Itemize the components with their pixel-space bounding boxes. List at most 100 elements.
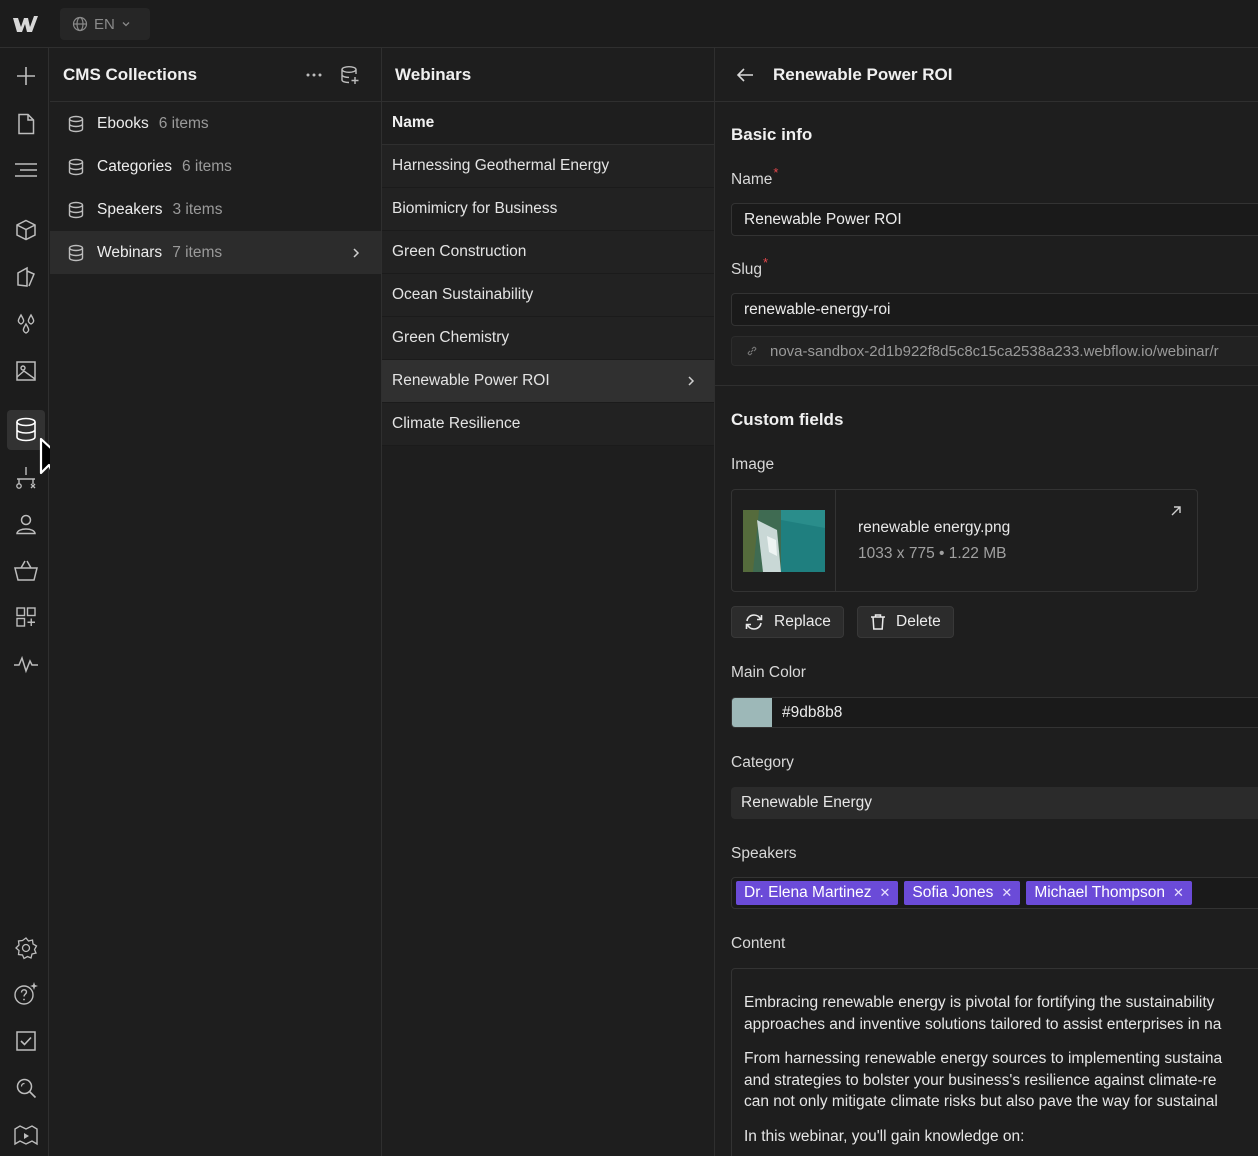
category-field-label: Category xyxy=(731,754,794,771)
webinar-row[interactable]: Biomimicry for Business xyxy=(382,188,714,231)
category-select[interactable]: Renewable Energy xyxy=(731,787,1258,819)
help-icon[interactable] xyxy=(10,978,42,1010)
ecommerce-icon[interactable] xyxy=(10,555,42,587)
speaker-tag[interactable]: Dr. Elena Martinez ✕ xyxy=(736,881,899,905)
name-column-header[interactable]: Name xyxy=(382,102,714,145)
webinar-name: Green Chemistry xyxy=(392,329,510,346)
editor-header: Renewable Power ROI xyxy=(715,48,1258,102)
remove-tag-icon[interactable]: ✕ xyxy=(1001,885,1012,901)
webinar-row[interactable]: Green Chemistry xyxy=(382,317,714,360)
chevron-right-icon xyxy=(353,247,360,258)
database-icon xyxy=(68,115,84,132)
collection-item-webinars[interactable]: Webinars 7 items xyxy=(50,231,381,274)
language-label: EN xyxy=(94,15,115,33)
image-file-meta: 1033 x 775 • 1.22 MB xyxy=(858,545,1007,562)
remove-tag-icon[interactable]: ✕ xyxy=(880,885,891,901)
database-icon xyxy=(68,244,84,261)
basic-info-heading: Basic info xyxy=(731,125,813,144)
activity-icon[interactable] xyxy=(10,648,42,680)
video-tutorial-icon[interactable] xyxy=(10,1119,42,1151)
item-editor-panel: Renewable Power ROI Basic info Name* Ren… xyxy=(715,48,1258,1156)
name-column-label: Name xyxy=(392,114,435,131)
speaker-tag[interactable]: Sofia Jones ✕ xyxy=(904,881,1021,905)
name-label-text: Name xyxy=(731,171,773,188)
webinars-header: Webinars xyxy=(382,48,714,102)
replace-image-button[interactable]: Replace xyxy=(731,606,844,638)
content-line: In this webinar, you'll gain knowledge o… xyxy=(744,1127,1025,1145)
apps-icon[interactable] xyxy=(10,601,42,633)
collection-item-speakers[interactable]: Speakers 3 items xyxy=(50,188,381,231)
main-color-input[interactable]: #9db8b8 xyxy=(731,697,1258,728)
main-color-value: #9db8b8 xyxy=(782,703,843,721)
speakers-multiselect[interactable]: Dr. Elena Martinez ✕ Sofia Jones ✕ Micha… xyxy=(731,877,1258,909)
webinar-row-selected[interactable]: Renewable Power ROI xyxy=(382,360,714,403)
item-url[interactable]: nova-sandbox-2d1b922f8d5c8c15ca2538a233.… xyxy=(731,336,1258,366)
chevron-right-icon xyxy=(688,376,695,386)
more-options-icon[interactable] xyxy=(303,64,325,86)
webinar-row[interactable]: Climate Resilience xyxy=(382,403,714,446)
name-input[interactable]: Renewable Power ROI xyxy=(731,203,1258,236)
settings-icon[interactable] xyxy=(10,932,42,964)
speakers-field-label: Speakers xyxy=(731,845,797,862)
top-bar: EN xyxy=(0,0,1258,48)
webinar-name: Ocean Sustainability xyxy=(392,286,534,303)
image-file-name: renewable energy.png xyxy=(858,519,1011,536)
custom-fields-heading: Custom fields xyxy=(731,410,844,429)
content-rich-text-editor[interactable]: Embracing renewable energy is pivotal fo… xyxy=(731,968,1258,1156)
image-thumbnail[interactable] xyxy=(732,490,836,591)
slug-label-text: Slug xyxy=(731,261,763,278)
back-arrow-icon[interactable] xyxy=(734,64,756,86)
section-divider xyxy=(715,385,1258,386)
search-icon[interactable] xyxy=(10,1072,42,1104)
collection-count: 7 items xyxy=(172,243,223,261)
navigator-icon[interactable] xyxy=(10,154,42,186)
collection-count: 3 items xyxy=(172,200,223,218)
variables-icon[interactable] xyxy=(10,308,42,340)
remove-tag-icon[interactable]: ✕ xyxy=(1173,885,1184,901)
webinars-title: Webinars xyxy=(395,64,472,84)
collection-count: 6 items xyxy=(158,114,209,132)
style-icon[interactable] xyxy=(10,261,42,293)
database-icon xyxy=(68,158,84,175)
users-icon[interactable] xyxy=(10,508,42,540)
collection-count: 6 items xyxy=(181,157,232,175)
collection-name: Speakers xyxy=(97,200,163,218)
collections-header: CMS Collections xyxy=(50,48,381,102)
language-selector[interactable]: EN xyxy=(60,8,150,40)
collection-name: Webinars xyxy=(97,243,163,261)
webinar-row[interactable]: Green Construction xyxy=(382,231,714,274)
refresh-icon xyxy=(745,614,763,630)
delete-image-button[interactable]: Delete xyxy=(857,606,954,638)
name-field-label: Name* xyxy=(731,165,778,189)
webinar-row[interactable]: Ocean Sustainability xyxy=(382,274,714,317)
assets-icon[interactable] xyxy=(10,355,42,387)
collection-item-ebooks[interactable]: Ebooks 6 items xyxy=(50,102,381,145)
content-line: From harnessing renewable energy sources… xyxy=(744,1050,1223,1067)
slug-input[interactable]: renewable-energy-roi xyxy=(731,293,1258,326)
cms-collections-panel: CMS Collections Ebooks 6 items Categorie… xyxy=(50,48,382,1156)
main-color-field-label: Main Color xyxy=(731,664,806,681)
speaker-tag[interactable]: Michael Thompson ✕ xyxy=(1026,881,1192,905)
category-value: Renewable Energy xyxy=(741,794,872,811)
content-paragraph: From harnessing renewable energy sources… xyxy=(744,1048,1258,1113)
content-line: and strategies to bolster your business'… xyxy=(744,1071,1217,1089)
collections-title: CMS Collections xyxy=(63,64,198,84)
webinar-name: Renewable Power ROI xyxy=(392,372,550,389)
add-icon[interactable] xyxy=(10,60,42,92)
webinar-row[interactable]: Harnessing Geothermal Energy xyxy=(382,145,714,188)
color-swatch[interactable] xyxy=(732,698,772,727)
open-external-icon[interactable] xyxy=(1169,504,1183,518)
collection-item-categories[interactable]: Categories 6 items xyxy=(50,145,381,188)
components-icon[interactable] xyxy=(10,214,42,246)
content-paragraph: Embracing renewable energy is pivotal fo… xyxy=(744,992,1258,1035)
webflow-logo-icon[interactable] xyxy=(10,12,40,36)
add-collection-icon[interactable] xyxy=(339,64,361,86)
image-preview xyxy=(742,509,825,572)
left-rail xyxy=(0,48,49,1156)
page-icon[interactable] xyxy=(10,108,42,140)
replace-label: Replace xyxy=(774,613,831,630)
audit-checkbox-icon[interactable] xyxy=(10,1025,42,1057)
required-asterisk: * xyxy=(773,165,779,180)
image-field-card[interactable]: renewable energy.png 1033 x 775 • 1.22 M… xyxy=(731,489,1198,592)
speaker-name: Sofia Jones xyxy=(912,884,994,901)
